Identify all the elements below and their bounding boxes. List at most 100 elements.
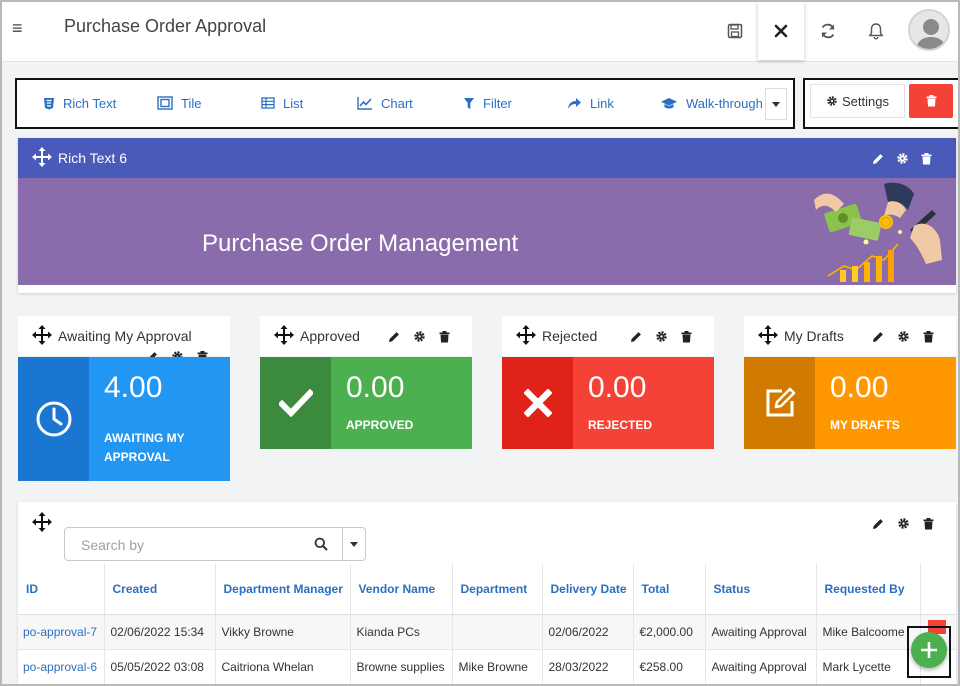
- card-awaiting-approval[interactable]: Awaiting My Approval 4.00 AWAITING MY AP…: [18, 316, 230, 481]
- column-header-delivery-date[interactable]: Delivery Date: [542, 564, 634, 615]
- search-placeholder: Search by: [81, 537, 145, 553]
- page-title: Purchase Order Approval: [64, 16, 267, 36]
- plus-icon: [921, 642, 937, 658]
- refresh-icon[interactable]: [817, 20, 839, 42]
- cell-total: €258.00: [633, 649, 706, 684]
- card-rejected[interactable]: Rejected 0.00 REJECTED: [502, 316, 714, 481]
- pencil-icon[interactable]: [630, 331, 642, 343]
- toolbar-more-dropdown[interactable]: [765, 88, 787, 120]
- rich-text-widget: Rich Text 6 Purchase Order Management: [18, 138, 956, 293]
- rich-text-banner: Purchase Order Management: [18, 178, 956, 285]
- card-title: Rejected: [542, 328, 598, 344]
- trash-icon[interactable]: [923, 330, 934, 343]
- card-value: 0.00: [588, 371, 647, 404]
- move-icon[interactable]: [516, 325, 536, 345]
- toolbar-link[interactable]: Link: [567, 92, 614, 114]
- table-row[interactable]: po-approval-7 02/06/2022 15:34 Vikky Bro…: [18, 614, 956, 650]
- toolbar-rich-text[interactable]: Rich Text: [43, 92, 116, 114]
- card-my-drafts[interactable]: My Drafts 0.00 MY DRAFTS: [744, 316, 956, 481]
- rich-text-header: Rich Text 6: [18, 138, 956, 178]
- card-body: 4.00 AWAITING MY APPROVAL: [18, 357, 230, 481]
- purchase-orders-table: ID Created Department Manager Vendor Nam…: [18, 564, 956, 684]
- pencil-icon[interactable]: [872, 331, 884, 343]
- close-button[interactable]: [758, 2, 804, 60]
- gear-icon[interactable]: [413, 330, 426, 343]
- toolbar-list[interactable]: List: [261, 92, 303, 114]
- toolbar-chart[interactable]: Chart: [357, 92, 413, 114]
- card-approved[interactable]: Approved 0.00 APPROVED: [260, 316, 472, 481]
- search-filter-dropdown[interactable]: [342, 527, 366, 561]
- widget-actions: [630, 330, 692, 343]
- check-icon: [260, 357, 331, 449]
- gear-icon[interactable]: [897, 330, 910, 343]
- gear-icon[interactable]: [655, 330, 668, 343]
- column-header-department-manager[interactable]: Department Manager: [215, 564, 351, 615]
- chart-icon: [357, 97, 372, 110]
- user-avatar[interactable]: [908, 9, 950, 51]
- trash-icon[interactable]: [439, 330, 450, 343]
- toolbar-label: Tile: [181, 95, 202, 111]
- move-icon[interactable]: [758, 325, 778, 345]
- add-button[interactable]: [911, 632, 947, 668]
- gear-icon[interactable]: [897, 517, 910, 530]
- toolbar-label: Walk-through: [686, 95, 763, 111]
- save-icon[interactable]: [724, 20, 746, 42]
- card-caption: REJECTED: [588, 418, 653, 432]
- menu-icon[interactable]: ≡: [12, 18, 23, 39]
- pencil-icon[interactable]: [388, 331, 400, 343]
- move-icon[interactable]: [32, 147, 52, 167]
- column-header-department[interactable]: Department: [452, 564, 543, 615]
- trash-icon: [926, 95, 936, 107]
- rich-text-title: Rich Text 6: [58, 150, 127, 166]
- move-icon[interactable]: [32, 325, 52, 345]
- cell-requested-by: Mike Balcoome: [816, 614, 921, 650]
- cell-delivery-date: 02/06/2022: [542, 614, 634, 650]
- card-value: 0.00: [346, 371, 405, 404]
- column-header-vendor-name[interactable]: Vendor Name: [350, 564, 453, 615]
- trash-icon[interactable]: [923, 517, 934, 530]
- gear-icon[interactable]: [896, 152, 909, 165]
- delete-button[interactable]: [909, 84, 953, 118]
- search-input[interactable]: Search by: [64, 527, 343, 561]
- toolbar-walk-through[interactable]: Walk-through: [660, 92, 763, 114]
- column-header-created[interactable]: Created: [104, 564, 216, 615]
- top-bar: ≡ Purchase Order Approval: [2, 2, 958, 62]
- column-header-id[interactable]: ID: [18, 564, 105, 615]
- cell-department: [452, 614, 543, 650]
- close-icon: [774, 24, 788, 38]
- column-header-requested-by[interactable]: Requested By: [816, 564, 921, 615]
- trash-icon[interactable]: [681, 330, 692, 343]
- column-header-total[interactable]: Total: [633, 564, 706, 615]
- pencil-icon[interactable]: [872, 153, 884, 165]
- bell-icon[interactable]: [865, 20, 887, 42]
- toolbar-label: List: [283, 95, 304, 111]
- graduation-cap-icon: [661, 97, 677, 108]
- table-row[interactable]: po-approval-6 05/05/2022 03:08 Caitriona…: [18, 649, 956, 684]
- card-body: 0.00 MY DRAFTS: [744, 357, 956, 449]
- cell-vendor-name: Browne supplies: [350, 649, 453, 684]
- cell-id[interactable]: po-approval-6: [18, 649, 105, 684]
- toolbar-tile[interactable]: Tile: [157, 92, 201, 114]
- card-caption-line: APPROVAL: [104, 450, 170, 464]
- cell-created: 05/05/2022 03:08: [104, 649, 216, 684]
- clock-icon: [18, 357, 89, 481]
- card-header: Approved: [260, 316, 472, 356]
- column-header-status[interactable]: Status: [705, 564, 817, 615]
- move-icon[interactable]: [32, 512, 52, 532]
- filter-icon: [464, 97, 474, 109]
- cell-department-manager: Caitriona Whelan: [215, 649, 351, 684]
- card-caption: APPROVED: [346, 418, 414, 432]
- toolbar-label: Filter: [483, 95, 512, 111]
- toolbar-filter[interactable]: Filter: [463, 92, 512, 114]
- cell-status: Awaiting Approval: [705, 614, 817, 650]
- trash-icon[interactable]: [921, 152, 932, 165]
- cell-delivery-date: 28/03/2022: [542, 649, 634, 684]
- edit-icon: [744, 357, 815, 449]
- move-icon[interactable]: [274, 325, 294, 345]
- link-icon: [568, 97, 581, 109]
- search-icon[interactable]: [314, 537, 328, 551]
- settings-button[interactable]: Settings: [810, 84, 905, 118]
- card-body: 0.00 REJECTED: [502, 357, 714, 449]
- cell-id[interactable]: po-approval-7: [18, 614, 105, 650]
- pencil-icon[interactable]: [872, 518, 884, 530]
